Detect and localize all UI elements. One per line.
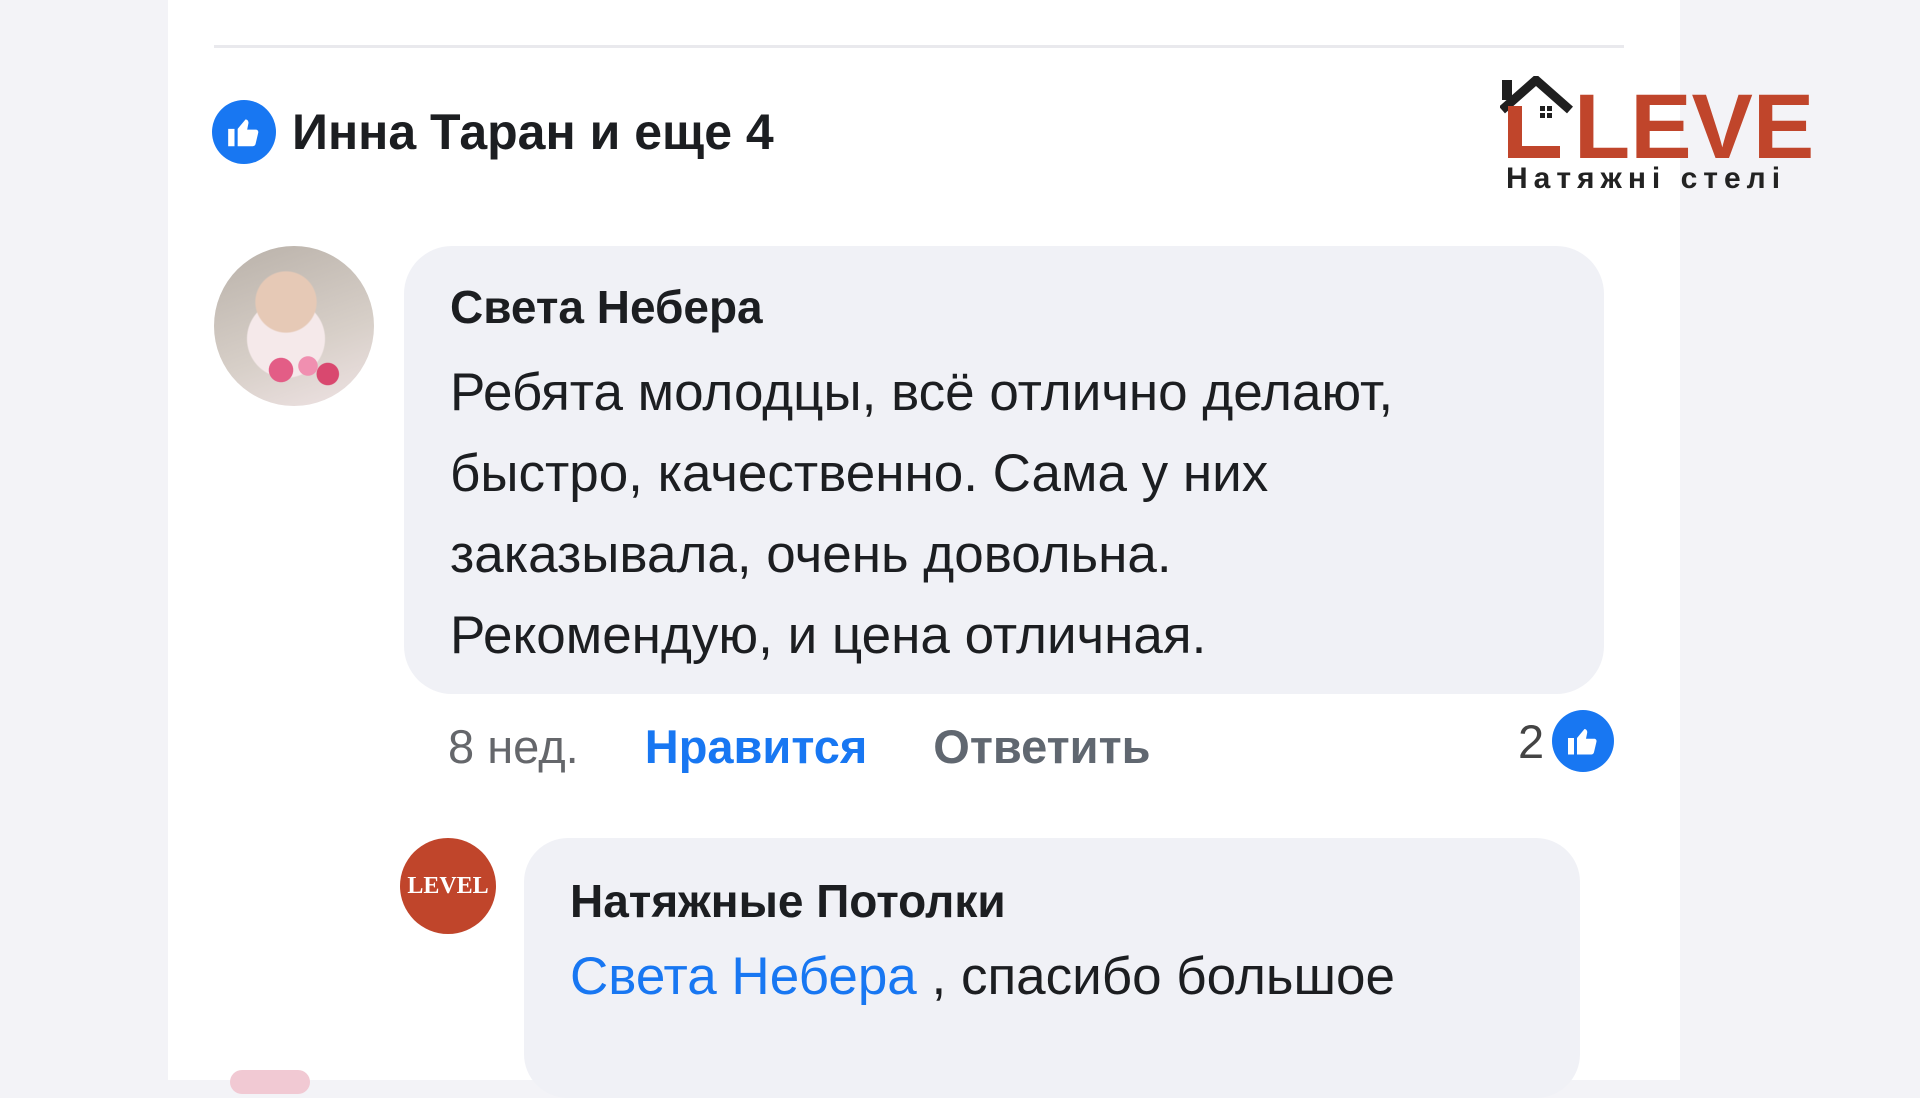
page-avatar-text: LEVEL <box>407 872 489 899</box>
reply-text: Света Небера , спасибо большое <box>570 946 1395 1007</box>
reaction-count-number: 2 <box>1518 714 1545 768</box>
comment-time[interactable]: 8 нед. <box>448 719 579 774</box>
like-icon <box>212 100 276 164</box>
comment-author[interactable]: Света Небера <box>450 280 763 334</box>
reactions-summary-text: Инна Таран и еще 4 <box>292 104 774 160</box>
comment-text: Ребята молодцы, всё отлично делают, быст… <box>450 352 1570 676</box>
avatar[interactable] <box>214 246 374 406</box>
brand-subtitle: Натяжні стелі <box>1506 162 1787 195</box>
reply-message: , спасибо большое <box>916 947 1395 1006</box>
comment-line: Рекомендую, и цена отличная. <box>450 606 1207 665</box>
reactions-summary[interactable]: Инна Таран и еще 4 <box>212 98 774 166</box>
partial-reaction <box>230 1070 310 1094</box>
comment-line: Ребята молодцы, всё отлично делают, <box>450 363 1394 422</box>
level-logo-icon: LEVEL <box>1499 73 1870 178</box>
comment-actions: 8 нед. Нравится Ответить <box>448 716 1151 776</box>
brand-name: LEVEL <box>1574 76 1820 166</box>
divider <box>214 45 1624 48</box>
thumbs-up-icon <box>1568 729 1597 755</box>
reaction-count[interactable]: 2 <box>1518 710 1615 772</box>
like-reaction-icon <box>1552 710 1615 772</box>
thumbs-up-icon <box>228 119 259 147</box>
like-button[interactable]: Нравится <box>645 719 868 774</box>
comment-line: заказывала, очень довольна. <box>450 525 1172 584</box>
reply-button[interactable]: Ответить <box>933 719 1150 774</box>
page-avatar[interactable]: LEVEL <box>400 838 496 934</box>
reply-author[interactable]: Натяжные Потолки <box>570 874 1006 928</box>
avatar-flowers <box>254 350 344 390</box>
comment-line: быстро, качественно. Сама у них <box>450 444 1269 503</box>
reply-mention[interactable]: Света Небера <box>570 947 917 1006</box>
